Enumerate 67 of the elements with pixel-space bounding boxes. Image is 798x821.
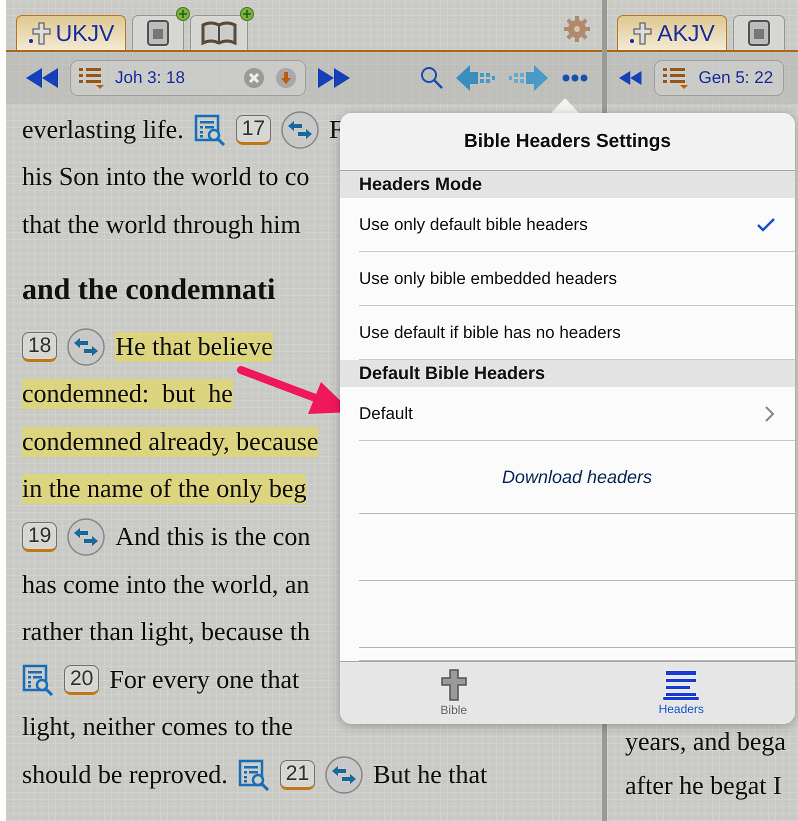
option-label: Use only default bible headers — [359, 214, 589, 234]
clear-icon[interactable] — [243, 67, 265, 89]
verse-text: in the name of the only beg — [22, 474, 306, 504]
popover-title: Bible Headers Settings — [340, 113, 795, 171]
list-search-icon[interactable] — [22, 664, 54, 696]
settings-icon[interactable] — [564, 16, 590, 42]
popover-tab[interactable]: Bible — [340, 662, 568, 724]
verse-text: For every one that — [109, 664, 300, 695]
next-icon[interactable] — [318, 68, 350, 88]
more-icon[interactable] — [562, 74, 588, 82]
section-header: Headers Mode — [340, 171, 795, 198]
list-icon[interactable] — [662, 66, 688, 90]
notes-tab[interactable] — [733, 15, 785, 50]
verse-text: rather than light, because th — [22, 617, 310, 648]
verse-number[interactable]: 17 — [236, 114, 272, 145]
section-header: Default Bible Headers — [340, 360, 795, 387]
verse-text: condemned already, because — [22, 426, 318, 457]
verse-text: after he begat I — [625, 771, 782, 801]
plus-icon — [176, 7, 190, 21]
verse-text: has come into the world, an — [22, 570, 310, 600]
option-label: Use only bible embedded headers — [359, 268, 618, 288]
swap-arrows-icon[interactable] — [325, 756, 364, 794]
swap-arrows-icon[interactable] — [67, 328, 106, 366]
book-icon — [200, 19, 238, 47]
back-arrow-icon[interactable] — [456, 65, 496, 91]
verse-text: should be reproved. — [22, 760, 228, 790]
notebook-icon — [747, 19, 771, 47]
version-tab[interactable]: UKJV — [16, 15, 126, 50]
verse-text: years, and bega — [625, 727, 786, 757]
verse-text: And this is the con — [115, 522, 310, 552]
swap-arrows-icon[interactable] — [67, 518, 106, 556]
verse-number[interactable]: 18 — [22, 332, 58, 362]
search-icon[interactable] — [420, 66, 444, 90]
notebook-icon — [146, 19, 170, 47]
book-tab[interactable] — [190, 15, 248, 50]
list-icon[interactable] — [79, 66, 105, 90]
verse-number[interactable]: 20 — [64, 664, 100, 695]
lines-icon — [663, 670, 700, 700]
verse-text: that the world through him — [22, 210, 301, 240]
download-link[interactable]: Download headers — [502, 466, 652, 488]
option-label: Default — [359, 404, 414, 424]
list-search-icon[interactable] — [238, 758, 270, 791]
notes-tab[interactable] — [132, 15, 184, 50]
previous-icon[interactable] — [26, 68, 58, 88]
previous-icon[interactable] — [619, 68, 642, 88]
version-tab[interactable]: AKJV — [617, 15, 727, 50]
verse-text: everlasting life. — [22, 114, 184, 145]
option-row[interactable]: Use only bible embedded headers — [359, 252, 795, 306]
section-heading: and the condemnati — [22, 272, 276, 307]
verse-text: He that believe — [115, 332, 273, 362]
option-row[interactable]: Use only default bible headers — [359, 198, 795, 252]
swap-arrows-icon[interactable] — [281, 110, 320, 149]
popover-tab[interactable]: Headers — [568, 662, 795, 724]
cross-icon — [440, 669, 467, 701]
disclosure-row[interactable]: Default — [359, 387, 795, 441]
verse-number[interactable]: 21 — [280, 760, 316, 790]
list-search-icon[interactable] — [194, 114, 226, 146]
verse-number[interactable]: 19 — [22, 522, 58, 552]
verse-text: his Son into the world to co — [22, 162, 310, 192]
plus-icon — [240, 7, 254, 21]
reference-field[interactable]: Gen 5: 22 — [654, 60, 784, 96]
reference-field[interactable]: Joh 3: 18 — [70, 60, 306, 96]
chevron-icon — [765, 406, 775, 422]
verse-text: light, neither comes to the — [22, 712, 293, 742]
option-label: Use default if bible has no headers — [359, 322, 622, 342]
verse-text: But he that — [373, 760, 488, 790]
verse-text: condemned: but he — [22, 379, 233, 410]
